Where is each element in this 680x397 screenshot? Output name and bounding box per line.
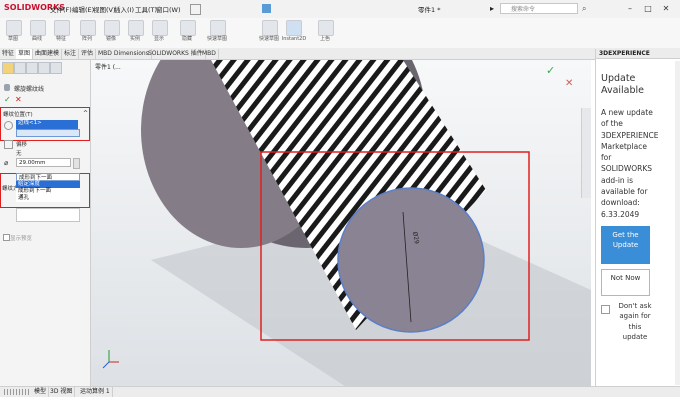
update-message: A new update of the 3DEXPERIENCE Marketp… — [601, 108, 659, 219]
menu-view[interactable]: 视图(V) — [93, 4, 116, 14]
show-preview-checkbox[interactable] — [3, 234, 10, 241]
ribbon-btn-8[interactable] — [180, 20, 196, 36]
tab-surfaces[interactable]: 曲面建模 — [33, 49, 63, 59]
tab-markup[interactable]: 标注 — [62, 49, 80, 59]
cancel-icon[interactable]: ✕ — [15, 95, 22, 104]
section-thread-location: 螺纹位置(T) — [3, 112, 33, 118]
command-manager-tabs: 特征 草图 曲面建模 标注 评估 MBD Dimensions SOLIDWOR… — [0, 48, 680, 60]
maximize-icon[interactable]: □ — [642, 3, 654, 14]
minimize-icon[interactable]: – — [624, 3, 636, 14]
ribbon-label-6: 实例 — [129, 36, 140, 42]
ribbon-btn-2[interactable] — [30, 20, 46, 36]
tab-evaluate[interactable]: 评估 — [79, 49, 97, 59]
menu-window[interactable]: 窗口(W) — [156, 4, 181, 14]
tab-mbd[interactable]: MBD — [200, 49, 219, 59]
task-pane-tabs[interactable] — [581, 108, 591, 198]
tab-addins[interactable]: SOLIDWORKS 插件 — [146, 49, 206, 59]
ribbon-label-8: 隐藏 — [181, 36, 192, 42]
bottom-tab-bar: 模型 3D 视图 运动算例 1 — [0, 386, 680, 397]
confirm-corner-cancel-icon[interactable]: ✕ — [565, 78, 573, 89]
collapse-icon[interactable]: ^ — [83, 110, 88, 117]
menu-tools[interactable]: 工具(T) — [135, 4, 157, 14]
ribbon-label-5: 镜像 — [105, 36, 116, 42]
property-manager: 螺旋螺纹线 ✓ ✕ 螺纹位置(T) ^ 边线<1> 偏移 无 ⌀ 29.00mm… — [0, 60, 91, 386]
ribbon-label-9: 快速草图 — [206, 36, 227, 42]
dimxpert-tab[interactable] — [38, 62, 50, 74]
search-placeholder: 搜索命令 — [511, 6, 536, 13]
tab-features[interactable]: 特征 — [0, 49, 18, 59]
scroll-nav[interactable] — [4, 389, 30, 395]
property-tab[interactable] — [14, 62, 26, 74]
option-blind[interactable]: 给定深度 — [16, 181, 80, 188]
ribbon-label-3: 特征 — [55, 36, 66, 42]
document-title: 零件1 * — [418, 6, 441, 14]
offset-value[interactable]: 无 — [16, 149, 22, 157]
quick-sketch-button[interactable] — [262, 20, 278, 36]
menu-file[interactable]: 文件(F) — [50, 4, 72, 14]
ribbon-btn-5[interactable] — [104, 20, 120, 36]
threaded-cylinder-model: Ø29 — [91, 60, 591, 386]
instant2d-button[interactable] — [286, 20, 302, 36]
ribbon-btn-7[interactable] — [152, 20, 168, 36]
dont-ask-label: Don't ask again for this update — [618, 302, 652, 341]
close-icon[interactable]: ✕ — [660, 3, 672, 14]
get-update-button[interactable]: Get the Update — [601, 226, 650, 264]
menu-edit[interactable]: 编辑(E) — [72, 4, 94, 14]
instant2d-label: Instant2D — [281, 36, 307, 42]
home-icon[interactable] — [190, 4, 201, 15]
title-bar: SOLIDWORKS 文件(F) 编辑(E) 视图(V) 插入(I) 工具(T)… — [0, 0, 680, 19]
search-input[interactable]: 搜索命令 — [500, 3, 578, 14]
ribbon-btn-1[interactable] — [6, 20, 22, 36]
shade-button[interactable] — [318, 20, 334, 36]
show-preview-label: 显示预览 — [10, 236, 33, 242]
offset-label: 偏移 — [16, 142, 28, 148]
face-selection-field[interactable] — [16, 208, 80, 222]
panel-header: 3DEXPERIENCE — [596, 49, 680, 59]
ribbon-label-4: 阵列 — [81, 36, 92, 42]
edge-selection-field[interactable]: 边线<1> — [16, 120, 78, 129]
diameter-field[interactable]: 29.00mm — [16, 158, 71, 167]
pm-title: 螺旋螺纹线 — [14, 86, 45, 93]
edge-value: 边线<1> — [18, 120, 42, 126]
command-ribbon: 草图 曲线 特征 阵列 镜像 实例 显示 隐藏 快速草图 快速草图 Instan… — [0, 18, 680, 49]
option-through-all[interactable]: 通孔 — [16, 195, 80, 202]
quick-sketch-label: 快速草图 — [258, 36, 279, 42]
edge-list[interactable] — [16, 129, 80, 137]
tab-mbd-dimensions[interactable]: MBD Dimensions — [96, 49, 152, 59]
ribbon-btn-6[interactable] — [128, 20, 144, 36]
helix-feature-icon — [4, 84, 10, 91]
option-up-to-next[interactable]: 成形到下一面 — [16, 188, 80, 195]
dont-ask-checkbox[interactable] — [601, 305, 610, 314]
ribbon-btn-9[interactable] — [210, 20, 226, 36]
ribbon-label-7: 显示 — [153, 36, 164, 42]
diameter-spinner[interactable] — [73, 158, 80, 169]
tab-sketch[interactable]: 草图 — [16, 49, 34, 59]
diameter-icon: ⌀ — [4, 159, 9, 167]
edge-select-icon — [4, 121, 13, 130]
panel-scrollbar[interactable] — [675, 61, 680, 385]
ribbon-label-2: 曲线 — [31, 36, 42, 42]
menu-insert[interactable]: 插入(I) — [114, 4, 134, 14]
print-icon[interactable] — [262, 4, 271, 13]
graphics-viewport[interactable]: Ø29 零件1 (... ✓ ✕ — [91, 60, 591, 386]
ribbon-btn-3[interactable] — [54, 20, 70, 36]
command-icon[interactable]: ▸ — [490, 4, 494, 13]
config-tab[interactable] — [26, 62, 38, 74]
ribbon-btn-4[interactable] — [80, 20, 96, 36]
search-icon[interactable]: ⌕ — [582, 4, 586, 14]
update-title: Update Available — [601, 73, 645, 96]
ok-icon[interactable]: ✓ — [4, 95, 11, 104]
dexperience-panel: 3DEXPERIENCE Update Available A new upda… — [595, 49, 680, 387]
ribbon-label-1: 草图 — [7, 36, 18, 42]
offset-icon — [4, 140, 13, 149]
feature-tree-tab[interactable] — [2, 62, 14, 74]
confirm-corner-ok-icon[interactable]: ✓ — [546, 64, 555, 77]
feature-tree-flyout[interactable]: 零件1 (... — [95, 62, 121, 71]
shade-label: 上色 — [319, 36, 330, 42]
end-condition-select[interactable]: 成形到下一面 — [16, 173, 80, 181]
not-now-button[interactable]: Not Now — [601, 269, 650, 296]
display-tab[interactable] — [50, 62, 62, 74]
